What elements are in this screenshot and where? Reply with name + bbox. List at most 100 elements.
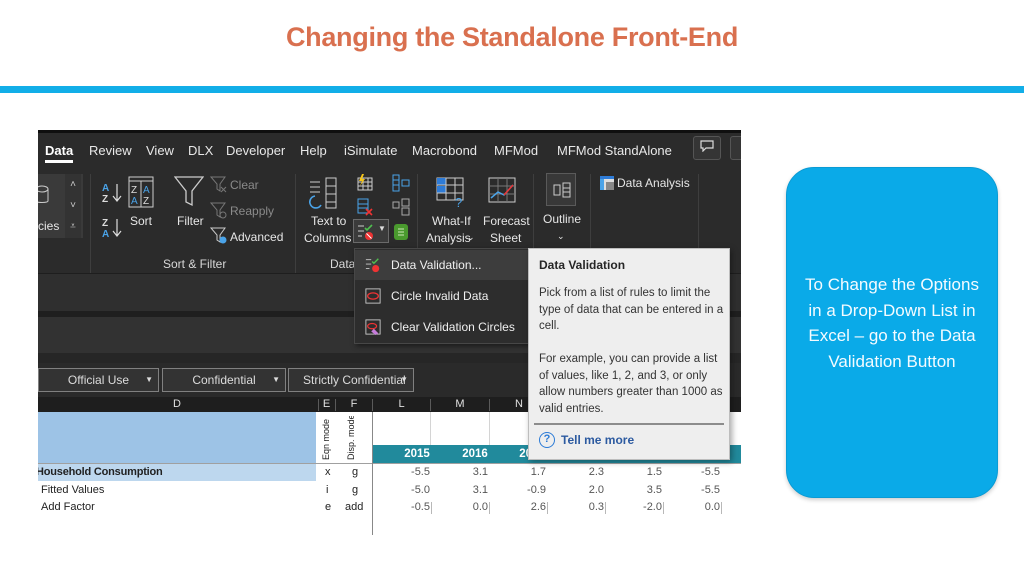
forecast-line1[interactable]: Forecast xyxy=(483,213,530,229)
caret-down-icon: ▼ xyxy=(145,375,153,384)
tab-isimulate[interactable]: iSimulate xyxy=(344,140,397,158)
what-if-line2[interactable]: Analysis xyxy=(426,230,471,246)
eqn-mode-cell[interactable]: e xyxy=(325,499,331,516)
text-to-columns-line2[interactable]: Columns xyxy=(304,230,351,246)
sort-z-a-icon[interactable]: ZA xyxy=(101,215,123,241)
tab-macrobond[interactable]: Macrobond xyxy=(412,140,477,158)
tab-dlx[interactable]: DLX xyxy=(188,140,213,158)
clear-button[interactable]: Clear xyxy=(230,177,259,193)
text-to-columns-line1[interactable]: Text to xyxy=(311,213,346,229)
flash-fill-icon[interactable] xyxy=(356,174,374,192)
value-cell[interactable]: 0.3 xyxy=(560,499,604,516)
sort-button[interactable]: Sort xyxy=(130,213,152,229)
svg-text:A: A xyxy=(143,185,150,196)
tell-me-more-link[interactable]: ? Tell me more xyxy=(539,432,634,448)
value-cell[interactable]: -2.0 xyxy=(618,499,662,516)
gallery-scroll[interactable]: ˄ ˅ ⩡ xyxy=(65,174,81,238)
excel-screenshot: Data Review View DLX Developer Help iSim… xyxy=(38,130,741,535)
outline-label[interactable]: Outline xyxy=(543,211,581,227)
group-separator xyxy=(90,174,91,274)
scroll-down-icon[interactable]: ˅ xyxy=(65,195,81,216)
svg-text:A: A xyxy=(102,183,109,194)
tab-review[interactable]: Review xyxy=(89,140,132,158)
disp-mode-cell[interactable]: g xyxy=(352,482,358,499)
value-cell[interactable]: 1.5 xyxy=(618,464,662,481)
column-header-d[interactable]: D xyxy=(38,397,316,412)
remove-duplicates-icon[interactable] xyxy=(356,198,374,216)
column-header-m[interactable]: M xyxy=(431,397,489,412)
value-cell[interactable]: 0.0 xyxy=(444,499,488,516)
caret-down-icon: ▼ xyxy=(400,375,408,384)
row-label[interactable]: Fitted Values xyxy=(41,482,104,499)
eqn-mode-header: Eqn mode xyxy=(321,418,331,460)
eqn-mode-cell[interactable]: x xyxy=(325,464,331,481)
value-cell[interactable]: 3.1 xyxy=(444,464,488,481)
svg-text:A: A xyxy=(102,229,109,240)
scroll-up-icon[interactable]: ˄ xyxy=(65,174,81,195)
data-analysis-button[interactable]: Data Analysis xyxy=(617,175,690,191)
data-validation-split-button[interactable]: ▼ xyxy=(353,219,389,243)
value-cell[interactable]: -5.5 xyxy=(676,482,720,499)
what-if-line1[interactable]: What-If xyxy=(432,213,471,229)
value-cell[interactable]: -0.5 xyxy=(386,499,430,516)
value-cell[interactable]: -0.9 xyxy=(502,482,546,499)
value-cell[interactable]: 2.6 xyxy=(502,499,546,516)
filter-button[interactable]: Filter xyxy=(177,213,204,229)
column-header-l[interactable]: L xyxy=(373,397,430,412)
strictly-confidential-dropdown[interactable]: Strictly Confidential ▼ xyxy=(288,368,414,392)
column-header-e[interactable]: E xyxy=(319,397,334,412)
column-header-f[interactable]: F xyxy=(336,397,372,412)
filter-icon[interactable] xyxy=(174,176,204,208)
confidential-dropdown[interactable]: Confidential ▼ xyxy=(162,368,286,392)
sort-dialog-icon[interactable]: ZAAZ xyxy=(128,176,154,210)
value-cell[interactable]: 0.0 xyxy=(676,499,720,516)
row-label[interactable]: Household Consumption xyxy=(38,464,163,481)
chevron-down-icon[interactable]: ▼ xyxy=(378,224,386,233)
tab-data[interactable]: Data xyxy=(45,140,74,163)
consolidate-icon[interactable] xyxy=(392,174,410,192)
forecast-line2[interactable]: Sheet xyxy=(490,230,521,246)
data-tools-group-label: Data xyxy=(330,257,356,271)
tab-mfmod-standalone[interactable]: MFMod StandAlone xyxy=(557,140,672,158)
disp-mode-cell[interactable]: add xyxy=(345,499,363,516)
sort-a-z-icon[interactable]: AZ xyxy=(101,180,123,206)
comments-button[interactable] xyxy=(693,136,721,160)
gallery-more-icon[interactable]: ⩡ xyxy=(65,216,81,237)
value-cell[interactable]: -5.0 xyxy=(386,482,430,499)
value-cell[interactable]: 3.1 xyxy=(444,482,488,499)
chevron-down-icon[interactable]: ⌄ xyxy=(557,228,565,244)
data-validation-icon xyxy=(365,258,380,273)
tab-mfmod[interactable]: MFMod xyxy=(494,140,538,158)
official-use-dropdown[interactable]: Official Use ▼ xyxy=(38,368,159,392)
value-cell[interactable]: 1.7 xyxy=(502,464,546,481)
value-cell[interactable]: -5.5 xyxy=(386,464,430,481)
tab-help[interactable]: Help xyxy=(300,140,327,158)
eqn-mode-cell[interactable]: i xyxy=(326,482,328,499)
disp-mode-cell[interactable]: g xyxy=(352,464,358,481)
menu-item-clear-validation-circles[interactable]: Clear Validation Circles xyxy=(355,312,529,342)
strictly-confidential-label: Strictly Confidential xyxy=(303,373,406,387)
tab-developer[interactable]: Developer xyxy=(226,140,285,158)
reapply-button[interactable]: Reapply xyxy=(230,203,274,219)
text-to-columns-icon xyxy=(309,177,337,209)
value-cell[interactable]: 3.5 xyxy=(618,482,662,499)
tab-view[interactable]: View xyxy=(146,140,174,158)
year-header: 2015 xyxy=(404,448,430,460)
value-cell[interactable]: 2.0 xyxy=(560,482,604,499)
menu-item-circle-invalid-data[interactable]: Circle Invalid Data xyxy=(355,281,529,311)
menu-item-data-validation[interactable]: Data Validation... xyxy=(355,250,529,280)
relationships-icon[interactable] xyxy=(392,198,410,216)
svg-text:Z: Z xyxy=(131,185,137,196)
comment-icon xyxy=(700,140,714,153)
slide-title: Changing the Standalone Front-End xyxy=(285,22,739,52)
share-button[interactable] xyxy=(730,136,741,160)
circle-invalid-data-icon xyxy=(365,288,381,304)
value-cell[interactable]: 2.3 xyxy=(560,464,604,481)
tooltip-description: Pick from a list of rules to limit the t… xyxy=(539,287,724,332)
value-cell[interactable]: -5.5 xyxy=(676,464,720,481)
row-label[interactable]: Add Factor xyxy=(41,499,95,516)
outline-button[interactable] xyxy=(546,173,576,206)
chevron-down-icon[interactable]: ⌄ xyxy=(467,229,475,245)
advanced-button[interactable]: Advanced xyxy=(230,229,283,245)
data-model-icon[interactable] xyxy=(392,223,410,241)
